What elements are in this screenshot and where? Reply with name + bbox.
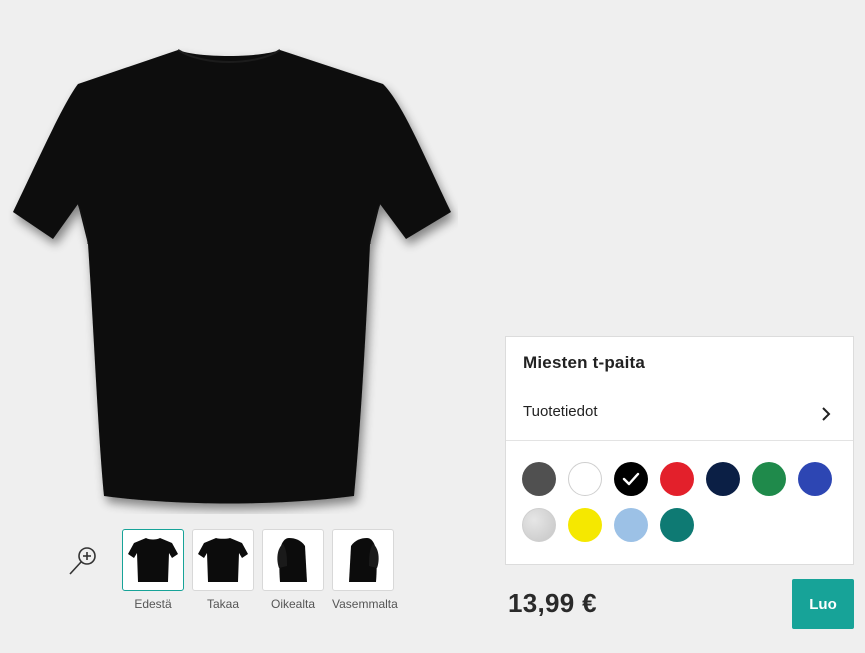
color-swatch-royal-blue[interactable] <box>798 462 832 496</box>
tshirt-front-image <box>13 49 451 504</box>
view-label-front: Edestä <box>134 597 172 611</box>
view-thumb-back[interactable]: Takaa <box>192 529 254 611</box>
color-swatch-white[interactable] <box>568 462 602 496</box>
chevron-right-icon <box>822 407 831 421</box>
product-title: Miesten t-paita <box>523 353 646 372</box>
view-thumb-front[interactable]: Edestä <box>122 529 184 611</box>
view-selector: Edestä Takaa Oikealta Vasemmalta <box>122 529 398 611</box>
color-swatch-dark-grey[interactable] <box>522 462 556 496</box>
tshirt-left-side-icon <box>349 538 379 582</box>
tshirt-right-side-icon <box>277 538 307 582</box>
product-info-label: Tuotetiedot <box>523 403 598 420</box>
checkmark-icon <box>622 472 640 486</box>
color-swatch-teal[interactable] <box>660 508 694 542</box>
view-label-left: Vasemmalta <box>332 597 398 611</box>
color-swatch-green[interactable] <box>752 462 786 496</box>
tshirt-front-icon <box>128 538 178 582</box>
color-swatch-navy[interactable] <box>706 462 740 496</box>
zoom-in-icon <box>69 547 96 575</box>
product-info-link[interactable]: Tuotetiedot <box>506 389 853 441</box>
product-main-image <box>8 44 458 514</box>
color-swatch-light-blue[interactable] <box>614 508 648 542</box>
view-label-right: Oikealta <box>270 597 316 611</box>
view-thumb-left[interactable]: Vasemmalta <box>332 529 398 611</box>
product-price: 13,99 € <box>508 588 597 618</box>
divider <box>506 440 853 441</box>
zoom-button[interactable] <box>66 544 100 578</box>
product-panel: Miesten t-paita Tuotetiedot <box>505 336 854 565</box>
color-swatch-black[interactable] <box>614 462 648 496</box>
color-swatch-red[interactable] <box>660 462 694 496</box>
view-label-back: Takaa <box>206 597 240 611</box>
color-swatch-yellow[interactable] <box>568 508 602 542</box>
tshirt-back-icon <box>198 538 248 582</box>
color-swatch-heather-grey[interactable] <box>522 508 556 542</box>
create-button[interactable]: Luo <box>792 579 854 629</box>
view-thumb-right[interactable]: Oikealta <box>262 529 324 611</box>
